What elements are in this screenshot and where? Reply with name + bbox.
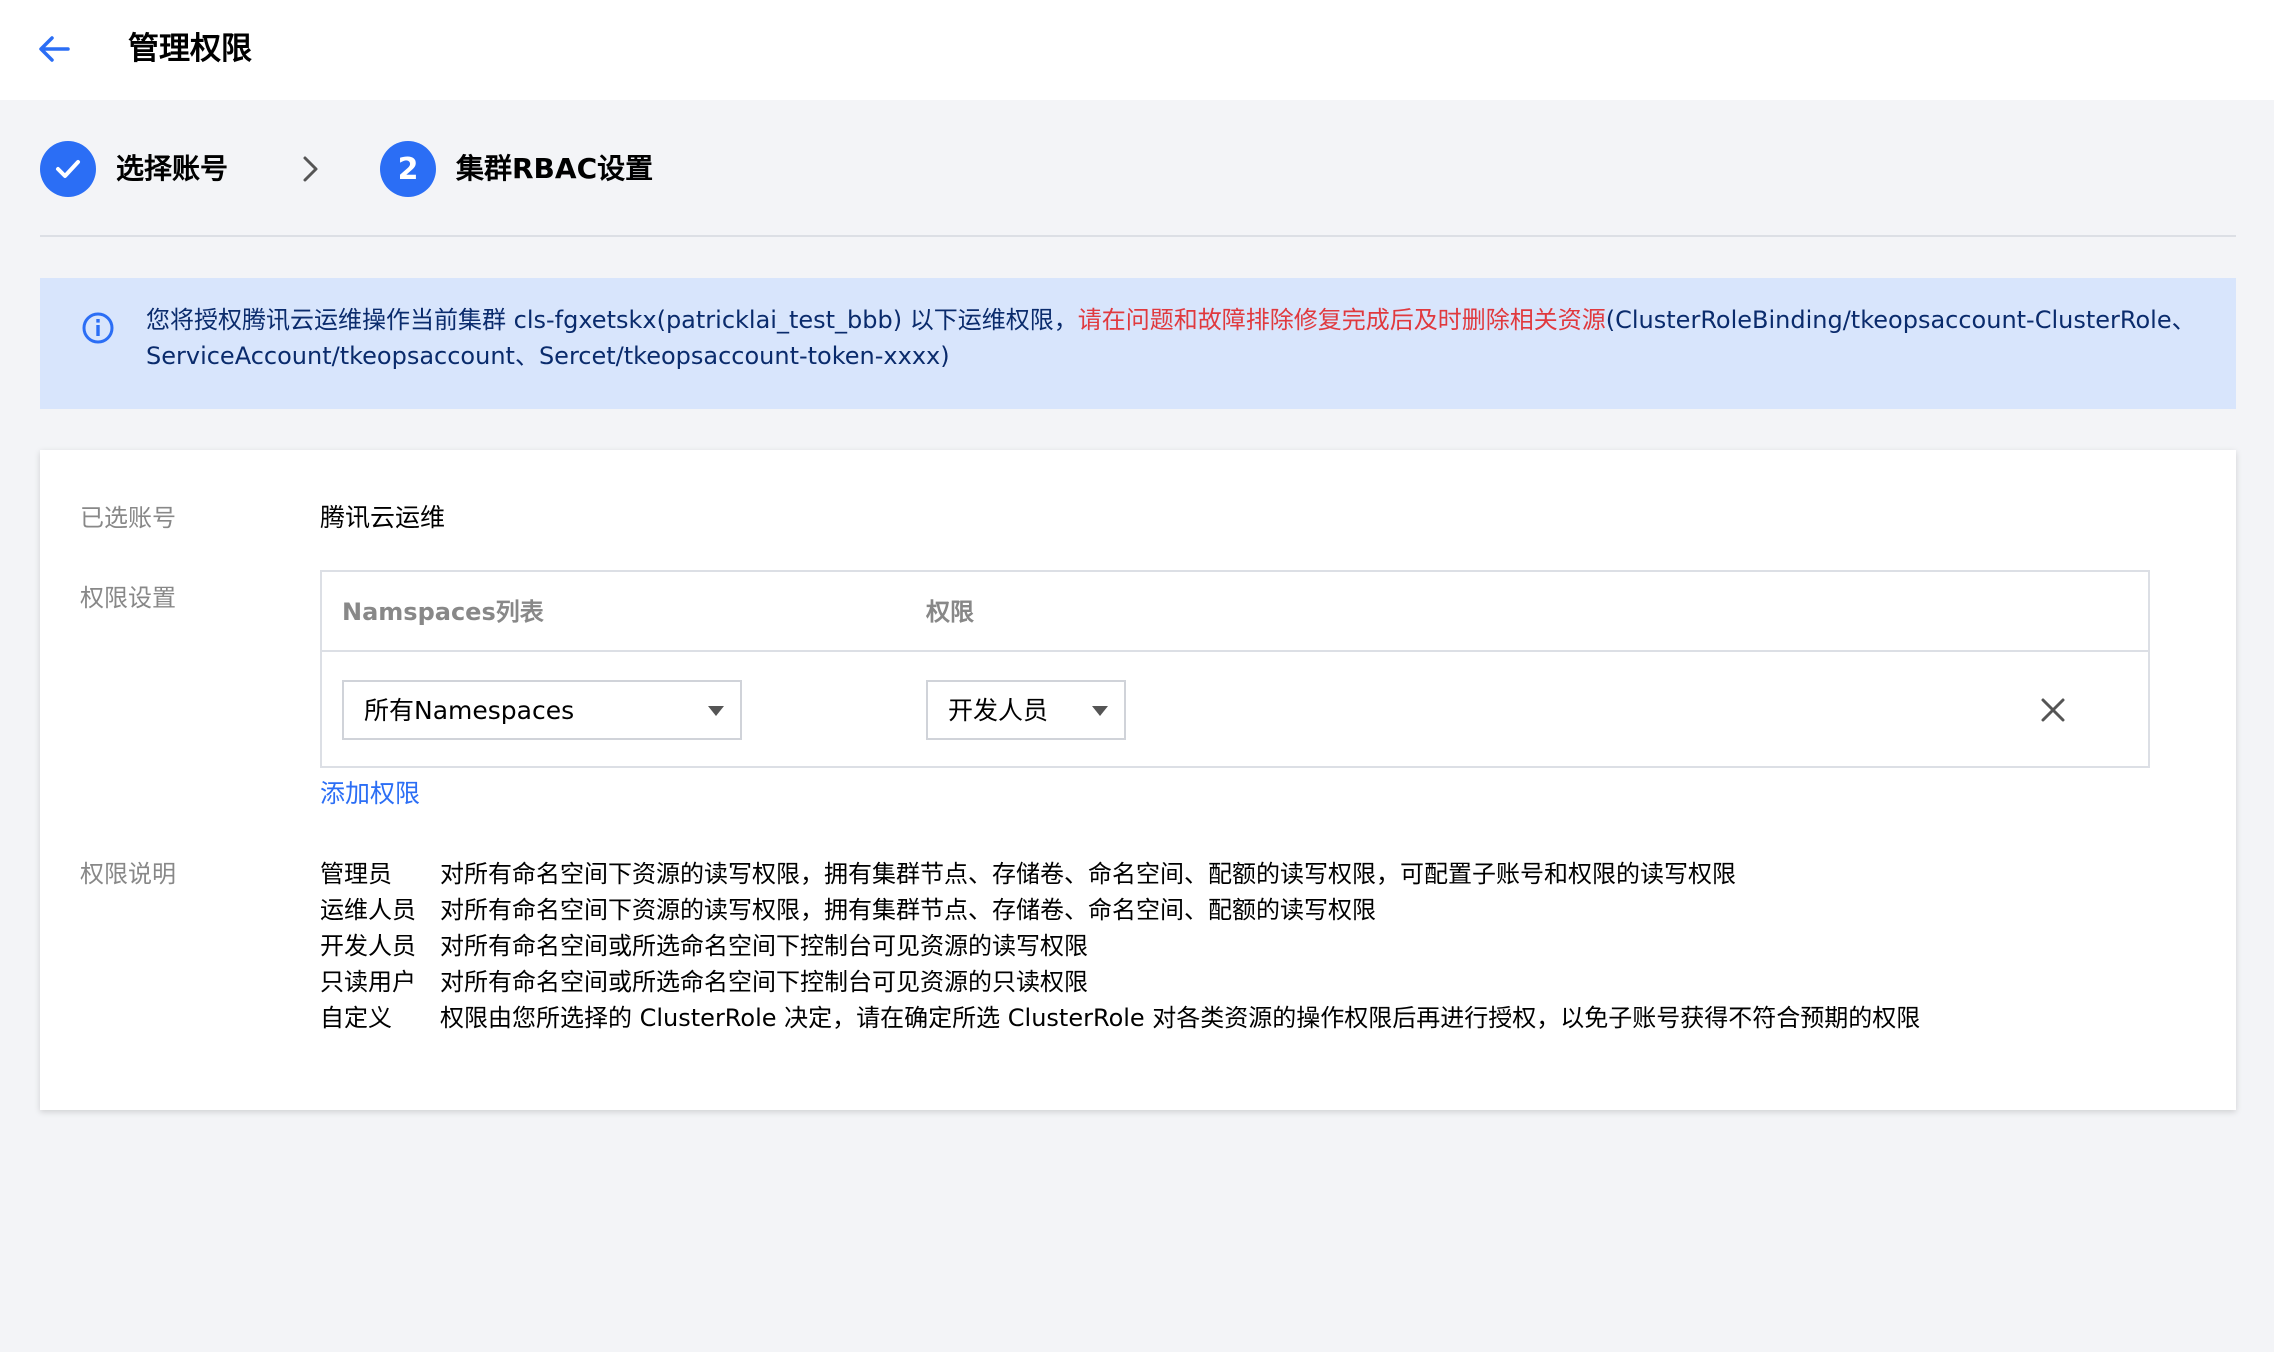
chevron-right-icon bbox=[303, 156, 318, 182]
info-circle-icon bbox=[82, 312, 114, 344]
permission-description-label: 权限说明 bbox=[80, 860, 176, 888]
role-name: 只读用户 bbox=[320, 968, 416, 996]
permission-description-row: 运维人员 对所有命名空间下资源的读写权限，拥有集群节点、存储卷、命名空间、配额的… bbox=[320, 892, 2200, 928]
caret-down-icon bbox=[1092, 706, 1108, 716]
rbac-settings-card: 已选账号 腾讯云运维 权限设置 Namspaces列表 权限 所有Namespa… bbox=[40, 450, 2236, 1110]
role-description: 对所有命名空间下资源的读写权限，拥有集群节点、存储卷、命名空间、配额的读写权限，… bbox=[440, 860, 1736, 888]
page-title: 管理权限 bbox=[128, 31, 252, 67]
namespace-select-value: 所有Namespaces bbox=[364, 696, 575, 725]
role-name: 开发人员 bbox=[320, 932, 416, 960]
step-2-label: 集群RBAC设置 bbox=[456, 152, 654, 185]
selected-account-label: 已选账号 bbox=[80, 504, 176, 532]
divider bbox=[40, 235, 2236, 237]
top-bar: 管理权限 bbox=[0, 0, 2274, 100]
selected-account-value: 腾讯云运维 bbox=[320, 503, 446, 532]
alert-text-warning: 请在问题和故障排除修复完成后及时删除相关资源 bbox=[1077, 306, 1606, 334]
role-description: 权限由您所选择的 ClusterRole 决定，请在确定所选 ClusterRo… bbox=[440, 1004, 1921, 1032]
column-header-namespaces: Namspaces列表 bbox=[342, 598, 544, 626]
add-permission-link[interactable]: 添加权限 bbox=[320, 776, 420, 812]
role-name: 运维人员 bbox=[320, 896, 416, 924]
permission-table-header: Namspaces列表 权限 bbox=[322, 572, 2148, 652]
role-name: 管理员 bbox=[320, 860, 392, 888]
step-2-number: 2 bbox=[380, 141, 436, 197]
permission-description-row: 只读用户 对所有命名空间或所选命名空间下控制台可见资源的只读权限 bbox=[320, 964, 2200, 1000]
role-description: 对所有命名空间或所选命名空间下控制台可见资源的读写权限 bbox=[440, 932, 1088, 960]
namespace-select[interactable]: 所有Namespaces bbox=[342, 680, 742, 740]
role-name: 自定义 bbox=[320, 1004, 392, 1032]
caret-down-icon bbox=[708, 706, 724, 716]
permission-select[interactable]: 开发人员 bbox=[926, 680, 1126, 740]
permission-settings-label: 权限设置 bbox=[80, 584, 176, 612]
permission-table: Namspaces列表 权限 所有Namespaces 开发人员 bbox=[320, 570, 2150, 768]
permission-select-value: 开发人员 bbox=[948, 696, 1049, 725]
arrow-left-icon[interactable] bbox=[36, 31, 72, 67]
alert-text: 您将授权腾讯云运维操作当前集群 cls-fgxetskx(patricklai_… bbox=[146, 302, 2206, 374]
check-icon bbox=[56, 160, 80, 178]
info-alert: 您将授权腾讯云运维操作当前集群 cls-fgxetskx(patricklai_… bbox=[40, 278, 2236, 409]
alert-text-normal-1: 您将授权腾讯云运维操作当前集群 cls-fgxetskx(patricklai_… bbox=[146, 306, 1078, 334]
permission-description-row: 开发人员 对所有命名空间或所选命名空间下控制台可见资源的读写权限 bbox=[320, 928, 2200, 964]
permission-description-row: 管理员 对所有命名空间下资源的读写权限，拥有集群节点、存储卷、命名空间、配额的读… bbox=[320, 856, 2200, 892]
column-header-permission: 权限 bbox=[926, 598, 974, 626]
permission-description-row: 自定义 权限由您所选择的 ClusterRole 决定，请在确定所选 Clust… bbox=[320, 1000, 2200, 1036]
role-description: 对所有命名空间或所选命名空间下控制台可见资源的只读权限 bbox=[440, 968, 1088, 996]
step-1-label: 选择账号 bbox=[116, 152, 229, 185]
close-icon[interactable] bbox=[2039, 696, 2067, 724]
role-description: 对所有命名空间下资源的读写权限，拥有集群节点、存储卷、命名空间、配额的读写权限 bbox=[440, 896, 1376, 924]
stepper: 选择账号 2 集群RBAC设置 bbox=[40, 141, 2240, 197]
step-1-done-indicator bbox=[40, 141, 96, 197]
